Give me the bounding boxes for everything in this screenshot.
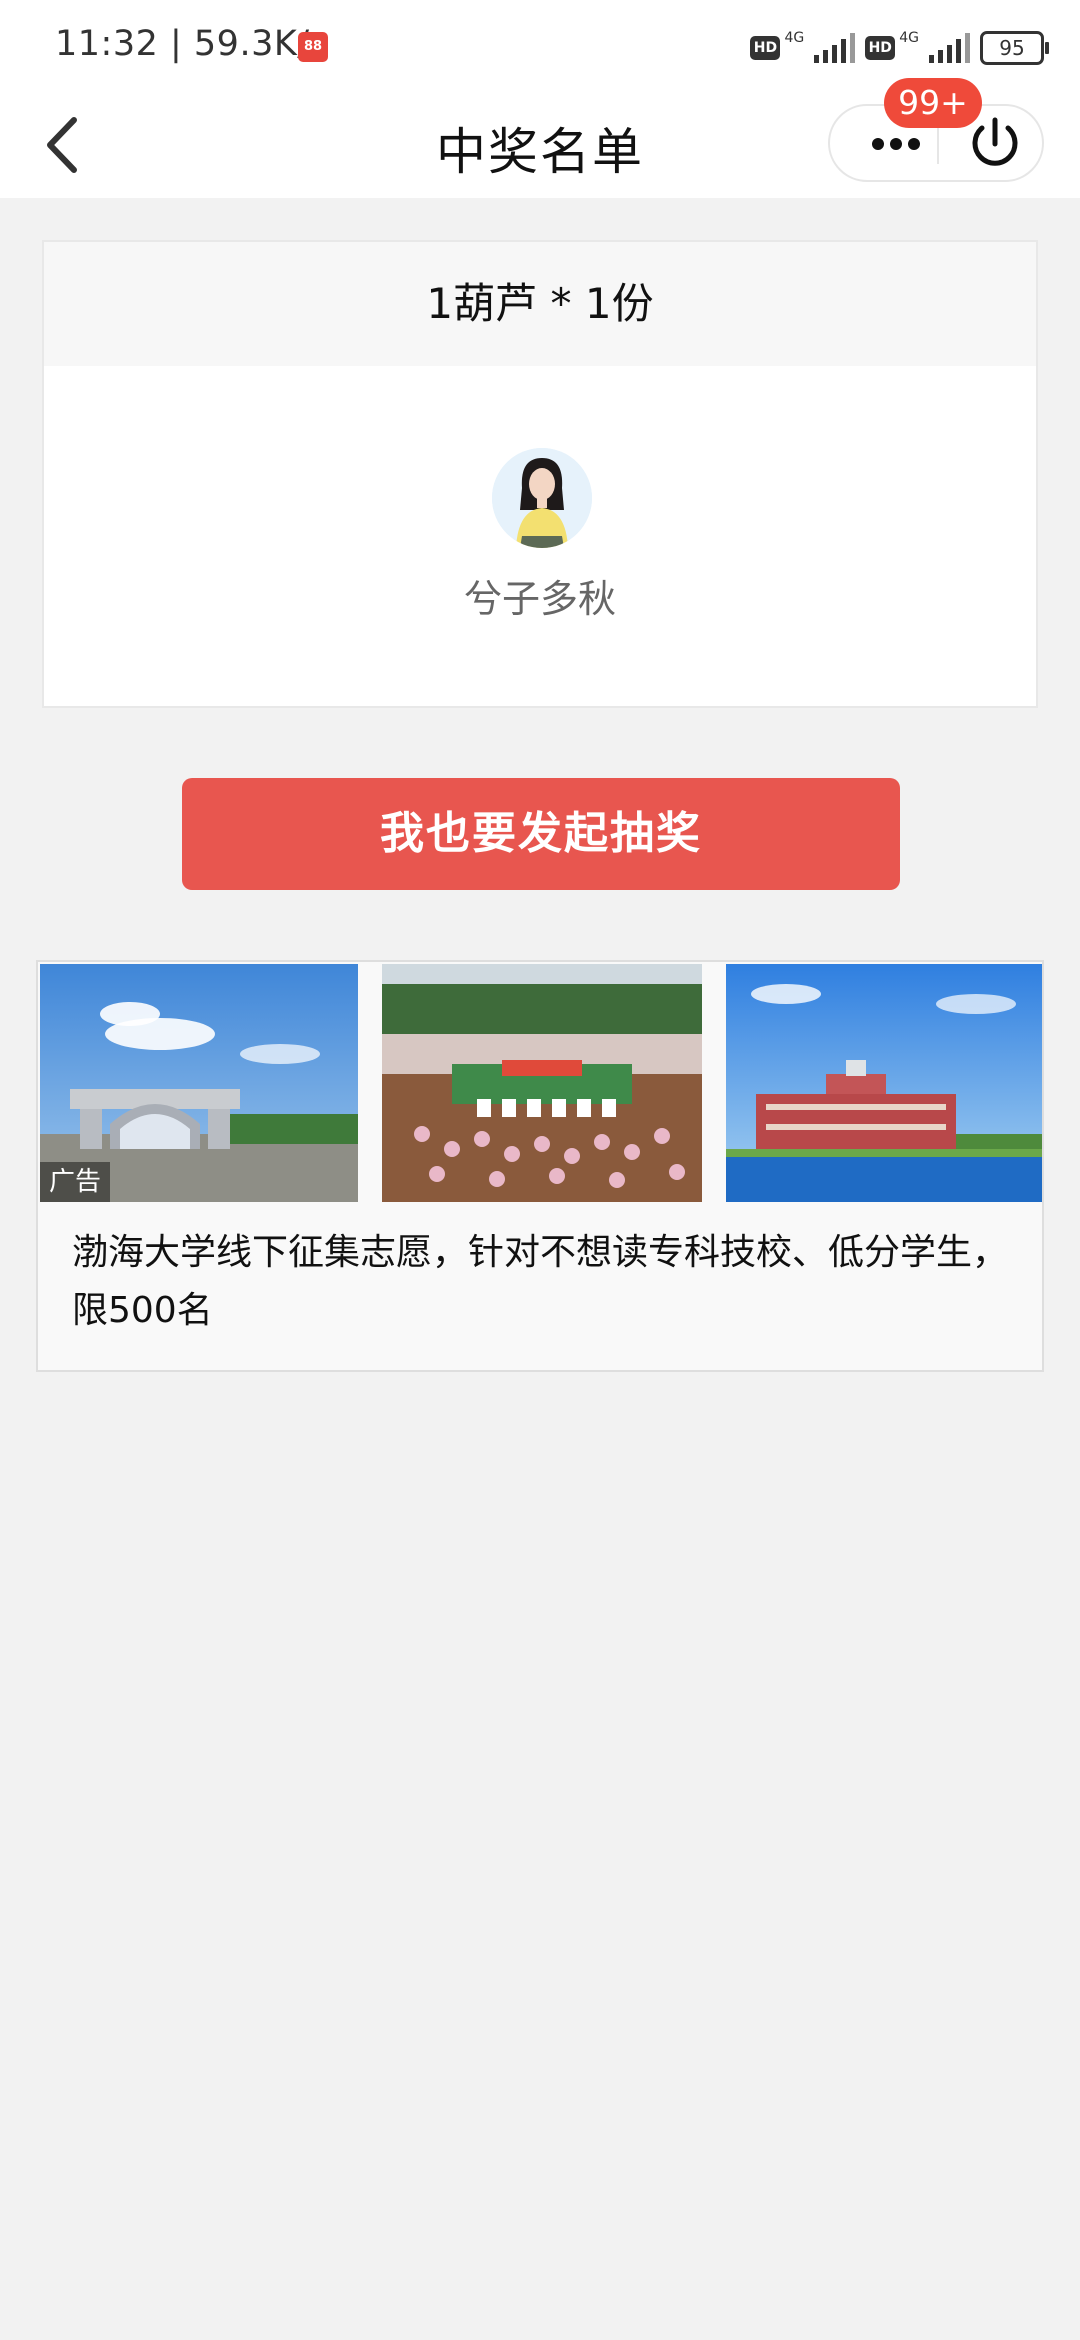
start-lottery-button[interactable]: 我也要发起抽奖 xyxy=(182,778,900,890)
status-indicators: HD 4G HD 4G 95 xyxy=(750,28,1049,68)
ad-image-sports-field[interactable] xyxy=(382,964,702,1202)
app-notification-icon: 88 xyxy=(298,32,328,62)
winner-name: 兮子多秋 xyxy=(463,577,616,621)
network-type: 4G xyxy=(784,30,805,46)
winner-avatar[interactable] xyxy=(492,448,592,548)
battery-icon: 95 xyxy=(980,31,1049,65)
ad-tag: 广告 xyxy=(40,1162,110,1202)
avatar-image xyxy=(492,448,592,548)
signal-icon xyxy=(814,33,856,63)
ad-description[interactable]: 渤海大学线下征集志愿，针对不想读专科技校、低分学生，限500名 xyxy=(72,1224,1022,1340)
signal-icon xyxy=(929,33,970,63)
hd-icon: HD xyxy=(750,36,781,60)
network-type: 4G xyxy=(899,30,919,46)
ad-card[interactable]: 广告 渤海大学线下征集志愿，针对不想读专科技校、低分学生，限500名 xyxy=(36,960,1044,1372)
prize-title: 1葫芦 * 1份 xyxy=(44,242,1036,366)
notification-badge: 99+ xyxy=(884,78,982,128)
status-time: 11:32 | 59.3K/s xyxy=(55,24,329,64)
prize-card: 1葫芦 * 1份 兮子多秋 xyxy=(42,240,1038,708)
ad-image-campus-lake[interactable] xyxy=(726,964,1042,1202)
hd-icon: HD xyxy=(865,36,896,60)
capsule-divider xyxy=(937,124,939,164)
